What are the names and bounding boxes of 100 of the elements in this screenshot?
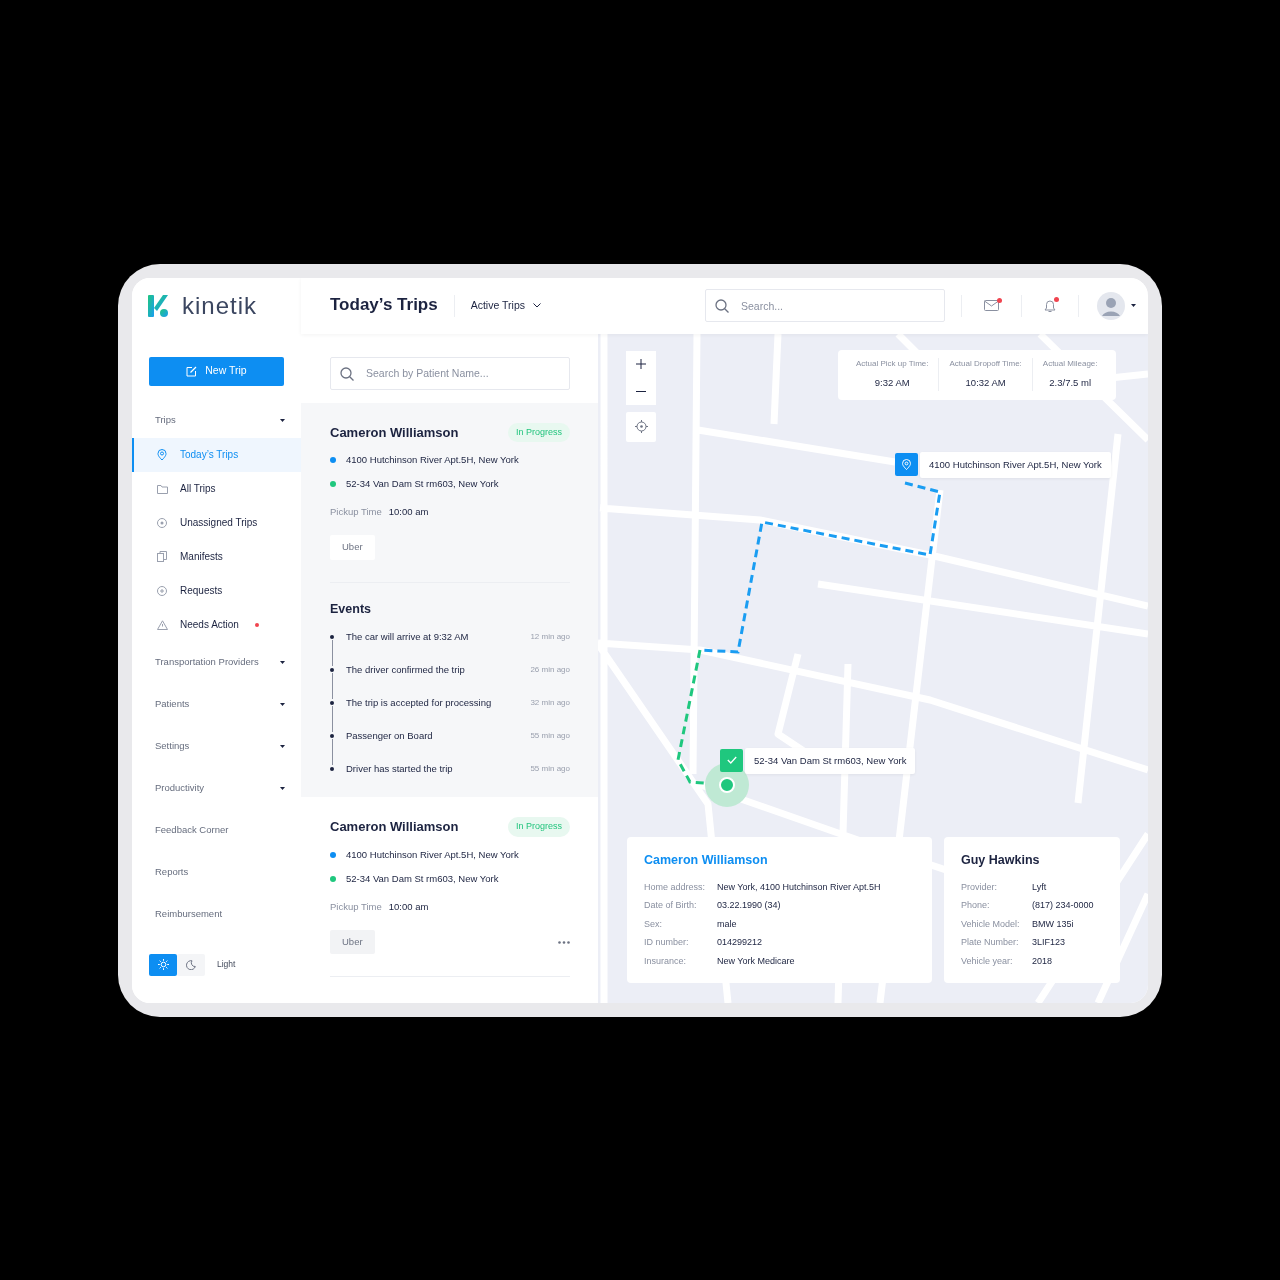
mail-button[interactable] [983,300,999,311]
event-time: 12 min ago [530,630,570,643]
field-label: Insurance: [644,954,688,968]
nav-group[interactable]: Productivity [132,767,301,810]
nav-item[interactable]: Today’s Trips [132,437,301,472]
address-text: 52-34 Van Dam St rm603, New York [346,871,499,886]
field-label: Date of Birth: [644,899,698,913]
dropoff-marker[interactable] [720,748,743,772]
field-value: 014299212 [717,936,763,950]
search-icon [714,299,729,313]
provider-tag: Uber [330,535,375,560]
pickup-marker[interactable] [895,452,918,476]
event-time: 55 min ago [530,729,570,742]
nav-item[interactable]: All Trips [132,471,301,506]
mail-icon [983,300,999,311]
light-theme-button[interactable] [149,953,177,976]
field-value: 2018 [1032,954,1053,968]
avatar-icon [1096,291,1125,320]
caret-icon [280,787,285,790]
target-icon [157,517,167,528]
dropoff-dot [330,481,336,487]
user-menu-button[interactable] [1096,291,1136,320]
crosshair-icon [634,420,648,433]
status-badge: In Progress [507,817,570,837]
plus-circle-icon [157,585,167,596]
event-time: 55 min ago [530,762,570,775]
nav-item[interactable]: Manifests [132,539,301,574]
event-time: 26 min ago [530,663,570,676]
pickup-dot [330,457,336,463]
map-pin-icon [902,458,911,470]
search-field[interactable]: Search... [704,289,945,322]
section-title: Events [330,600,372,618]
timeline-dot [330,700,334,705]
field-label: ID number: [644,936,690,950]
new-trip-button[interactable]: New Trip [149,356,284,386]
trip-card[interactable]: Cameron Williamson In Progress 4100 Hutchinson River Apt.5H, New York 52-34 Van Dam St rm603, New York Pickup Time 10:00 am Uber [301,797,598,978]
minus-icon [636,390,646,392]
page-title: Today’s Trips [330,295,438,316]
logo-wordmark: kinetik [182,290,258,321]
field-label: Provider: [961,880,998,894]
field-label: Plate Number: [961,936,1020,950]
nav-item[interactable]: Requests [132,573,301,608]
map-pin-icon [157,448,167,461]
timeline-dot [330,766,334,771]
notifications-button[interactable] [1043,298,1056,313]
field-value: New York Medicare [717,954,795,968]
nav-group[interactable]: Patients [132,683,301,726]
caret-icon [280,745,285,748]
filter-dropdown[interactable]: Active Trips [470,297,541,314]
timeline-dot [330,634,334,639]
patient-name: Cameron Williamson [330,818,459,837]
nav-item[interactable]: Needs Action [132,607,301,642]
stat-label: Actual Pick up Time: [856,358,929,371]
nav-item[interactable]: Feedback Corner [132,809,301,852]
field-value: 3LIF123 [1032,936,1066,950]
pickup-time: 10:00 am [388,505,429,519]
nav-group[interactable]: Trips [132,403,301,438]
field-value: male [717,917,737,931]
caret-icon [1130,304,1136,307]
bell-icon [1043,298,1056,313]
pickup-dot [330,851,336,858]
stat-value: 9:32 AM [874,376,910,391]
nav-group[interactable]: Transportation Providers [132,641,301,684]
event-text: Driver has started the trip [346,761,454,776]
address-text: 4100 Hutchinson River Apt.5H, New York [346,452,519,467]
nav-group[interactable]: Settings [132,725,301,768]
address-text: 4100 Hutchinson River Apt.5H, New York [346,847,519,862]
person-name: Guy Hawkins [961,851,1041,869]
pickup-label: Pickup Time [330,505,382,519]
field-value: 03.22.1990 (34) [717,899,781,913]
patient-name: Cameron Williamson [330,423,459,442]
trip-card[interactable] [301,402,598,798]
nav-item[interactable]: Unassigned Trips [132,505,301,540]
field-label: Vehicle Model: [961,917,1021,931]
field-value: New York, 4100 Hutchinson River Apt.5H [717,880,881,894]
stat-label: Actual Mileage: [1042,358,1098,371]
event-text: The trip is accepted for processing [346,695,493,710]
event-time: 32 min ago [530,696,570,709]
patient-search-field[interactable]: Search by Patient Name... [330,356,570,390]
nav-item[interactable]: Reports [132,851,301,894]
stat-value: 10:32 AM [965,376,1006,391]
sun-icon [157,959,169,970]
caret-icon [280,419,285,422]
event-text: The driver confirmed the trip [346,662,466,677]
theme-label: Light [217,958,236,971]
address-text: 52-34 Van Dam St rm603, New York [346,476,499,491]
event-text: Passenger on Board [346,728,434,743]
locate-button[interactable] [626,411,656,442]
event-text: The car will arrive at 9:32 AM [346,629,470,644]
documents-icon [157,551,167,562]
field-label: Sex: [644,917,663,931]
more-button[interactable] [558,940,570,944]
dropoff-dot [330,875,336,882]
stat-label: Actual Dropoff Time: [949,358,1022,371]
dark-theme-button[interactable] [177,953,205,976]
moon-icon [186,959,196,970]
nav-item[interactable]: Reimbursement [132,893,301,936]
field-value: Lyft [1032,880,1047,894]
edit-icon [186,365,198,377]
search-icon [340,366,354,381]
